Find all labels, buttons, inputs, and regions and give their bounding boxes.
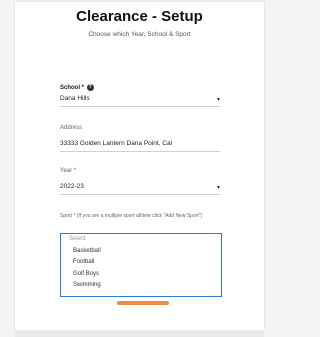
school-label: School * ?: [60, 84, 94, 91]
sport-option[interactable]: Basketball: [61, 246, 221, 258]
year-value: 2022-23: [60, 183, 84, 190]
chevron-down-icon: ▾: [216, 97, 220, 103]
sport-label: Sport * (If you are a multiple sport ath…: [60, 213, 203, 219]
sport-dropdown[interactable]: Select Basketball Football Golf Boys Swi…: [60, 233, 222, 297]
address-value: 33333 Golden Lantern Dana Point, Cal: [60, 140, 173, 147]
year-label: Year *: [60, 168, 77, 174]
page-title: Clearance - Setup: [76, 8, 203, 25]
address-label: Address: [60, 125, 83, 131]
address-field[interactable]: 33333 Golden Lantern Dana Point, Cal: [60, 138, 220, 152]
school-value: Dana Hills: [60, 95, 90, 102]
sport-option[interactable]: Golf Boys: [61, 269, 221, 281]
chevron-down-icon: ▾: [216, 185, 220, 191]
sport-option[interactable]: Select: [61, 234, 221, 246]
submit-button[interactable]: [117, 301, 169, 305]
help-icon[interactable]: ?: [86, 84, 94, 91]
bottom-strip: [15, 330, 264, 337]
sport-option[interactable]: Football: [61, 257, 221, 269]
year-select[interactable]: 2022-23 ▾: [60, 181, 220, 195]
school-select[interactable]: Dana Hills ▾: [60, 93, 220, 107]
page-subtitle: Choose which Year, School & Sport: [88, 31, 191, 38]
school-label-text: School *: [60, 85, 85, 92]
sport-option[interactable]: Swimming: [61, 280, 221, 292]
